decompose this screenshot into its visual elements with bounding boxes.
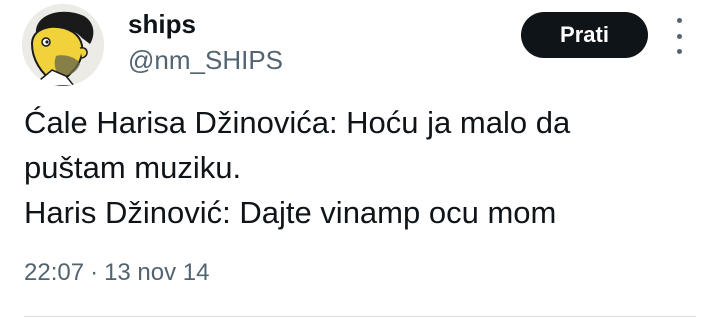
tweet-meta: 22:07 · 13 nov 14 <box>24 253 209 293</box>
tweet-card: ships @nm_SHIPS Prati Ćale Harisa Džinov… <box>0 0 720 330</box>
divider <box>24 316 696 317</box>
avatar[interactable] <box>22 4 104 86</box>
display-name[interactable]: ships <box>128 8 196 40</box>
meta-separator: · <box>90 259 99 286</box>
follow-button[interactable]: Prati <box>521 12 648 58</box>
tweet-time[interactable]: 22:07 <box>24 259 84 286</box>
more-dot <box>676 18 682 23</box>
more-dot <box>676 49 682 54</box>
tweet-text-line: Haris Džinović: Dajte vinamp ocu mom <box>24 195 557 230</box>
cartoon-face-avatar-icon <box>22 4 104 86</box>
more-vertical-icon[interactable] <box>670 18 688 54</box>
more-dot <box>676 33 682 39</box>
handle[interactable]: @nm_SHIPS <box>128 44 283 76</box>
tweet-text-line: Ćale Harisa Džinovića: Hoću ja malo da <box>24 105 571 140</box>
tweet-date[interactable]: 13 nov 14 <box>104 259 209 286</box>
tweet-text: Ćale Harisa Džinovića: Hoću ja malo da p… <box>24 100 684 235</box>
tweet-text-line: puštam muziku. <box>24 150 242 185</box>
